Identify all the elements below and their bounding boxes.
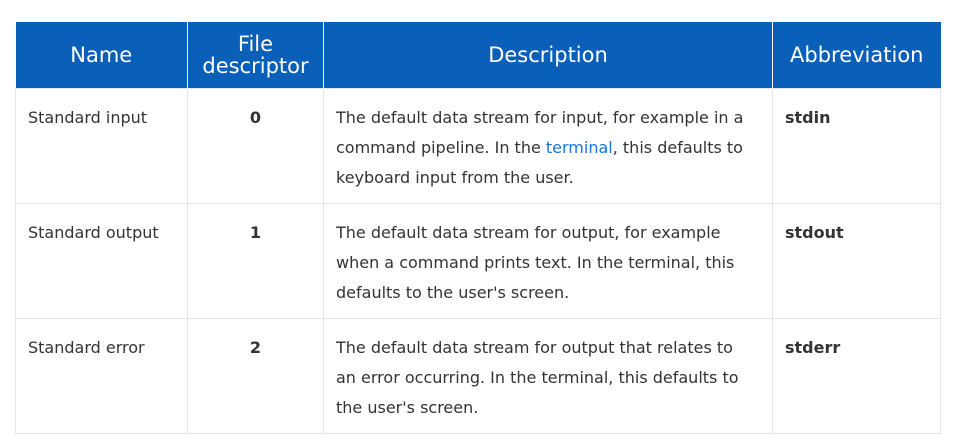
table-row: Standard input 0 The default data stream… (15, 88, 941, 204)
header-row: Name File descriptor Description Abbrevia… (15, 22, 941, 89)
standard-streams-table: Name File descriptor Description Abbrevia… (15, 22, 941, 434)
cell-description: The default data stream for output that … (323, 318, 773, 434)
cell-name: Standard output (15, 203, 188, 319)
cell-name: Standard input (15, 88, 188, 204)
header-file-descriptor-line1: File (237, 32, 274, 56)
table-header: Name File descriptor Description Abbrevia… (15, 22, 941, 89)
cell-name: Standard error (15, 318, 188, 434)
header-name: Name (15, 22, 188, 89)
header-abbreviation: Abbreviation (772, 22, 941, 89)
table-row: Standard error 2 The default data stream… (15, 318, 941, 434)
cell-description: The default data stream for output, for … (323, 203, 773, 319)
standard-streams-table-container: Name File descriptor Description Abbrevia… (15, 22, 941, 434)
cell-abbreviation: stdout (772, 203, 941, 319)
cell-file-descriptor: 0 (187, 88, 324, 204)
cell-abbreviation: stdin (772, 88, 941, 204)
header-description: Description (323, 22, 773, 89)
header-file-descriptor: File descriptor (187, 22, 324, 89)
cell-description: The default data stream for input, for e… (323, 88, 773, 204)
terminal-link[interactable]: terminal (546, 138, 613, 157)
cell-file-descriptor: 1 (187, 203, 324, 319)
table-row: Standard output 1 The default data strea… (15, 203, 941, 319)
cell-file-descriptor: 2 (187, 318, 324, 434)
header-file-descriptor-line2: descriptor (202, 54, 309, 78)
cell-abbreviation: stderr (772, 318, 941, 434)
table-body: Standard input 0 The default data stream… (15, 88, 941, 434)
